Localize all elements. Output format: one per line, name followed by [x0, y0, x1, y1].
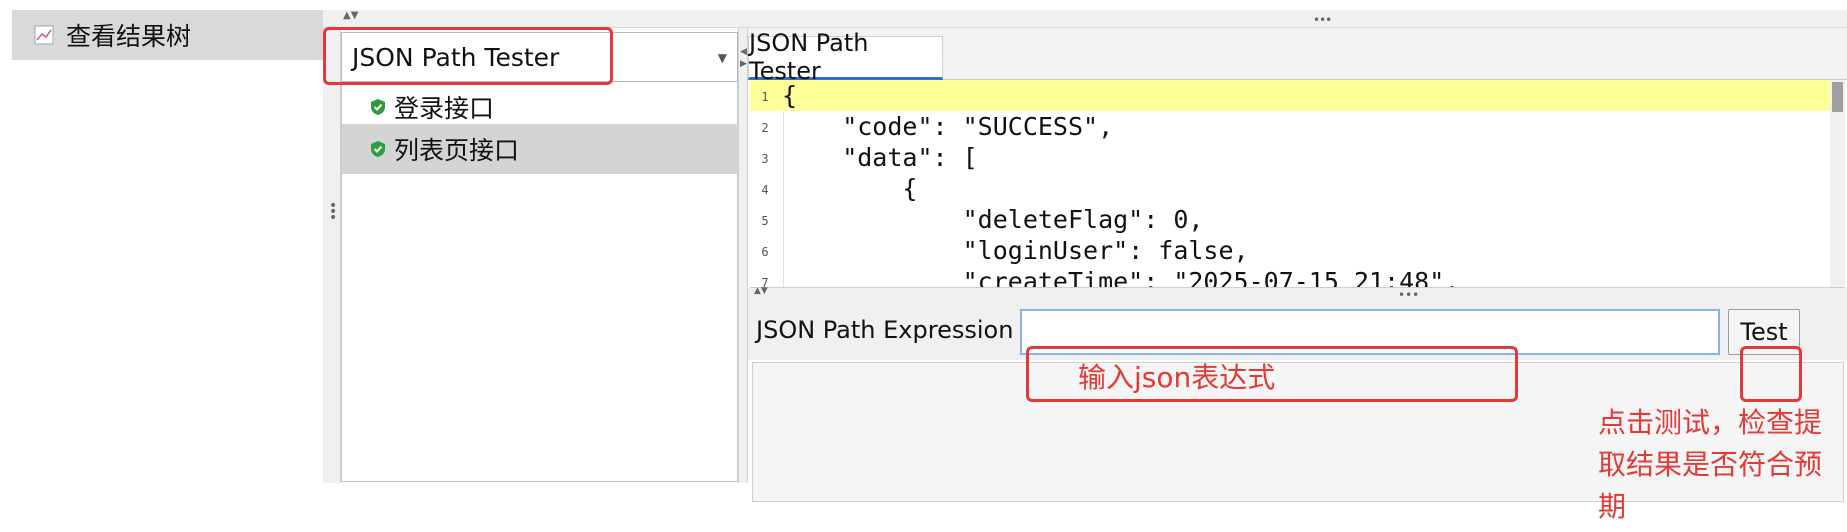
editor-scrollbar[interactable]	[1830, 80, 1845, 287]
sampler-item-list-page[interactable]: 列表页接口	[342, 124, 738, 174]
expression-label: JSON Path Expression	[756, 316, 1014, 344]
code-text: "createTime": "2025-07-15 21:48",	[782, 267, 1460, 288]
success-shield-icon	[371, 99, 385, 115]
panel-top-divider[interactable]: ▲▼ •••	[323, 10, 1847, 28]
resize-grip-icon[interactable]: •••	[1398, 288, 1419, 302]
code-text: "loginUser": false,	[782, 236, 1249, 265]
test-button-label: Test	[1740, 318, 1788, 346]
response-json-editor[interactable]: 1 { 2 "code": "SUCCESS", 3 "data": [ 4 {…	[750, 80, 1845, 288]
code-text: {	[782, 81, 798, 110]
code-line: 6 "loginUser": false,	[750, 235, 1830, 266]
chevron-down-icon[interactable]: ▼	[718, 51, 727, 65]
resize-grip-icon[interactable]: •••	[1313, 13, 1332, 27]
success-shield-icon	[371, 141, 385, 157]
code-text: "deleteFlag": 0,	[782, 205, 1204, 234]
tab-json-path-tester[interactable]: JSON Path Tester	[748, 29, 943, 85]
code-line: 5 "deleteFlag": 0,	[750, 204, 1830, 235]
annotation-test-hint: 点击测试，检查提取结果是否符合预期	[1598, 406, 1823, 523]
tree-item-view-results-tree[interactable]: 查看结果树	[12, 10, 330, 60]
editor-splitter[interactable]: ▲▼ •••	[748, 286, 1847, 302]
test-button[interactable]: Test	[1728, 309, 1800, 355]
splitter-arrows-icon[interactable]: ▲▼	[754, 286, 768, 296]
test-plan-tree: 查看结果树	[0, 0, 330, 532]
code-text: "code": "SUCCESS",	[782, 112, 1114, 141]
line-number: 3	[761, 152, 769, 166]
code-line: 2 "code": "SUCCESS",	[750, 111, 1830, 142]
sampler-result-list: 登录接口 列表页接口	[341, 82, 738, 482]
code-line: 1 {	[750, 80, 1830, 111]
tab-label: JSON Path Tester	[749, 29, 869, 85]
code-line: 4 {	[750, 173, 1830, 204]
expression-row: JSON Path Expression Test	[748, 302, 1847, 360]
chart-icon	[34, 25, 54, 45]
line-number: 2	[761, 121, 769, 135]
renderer-selected-value: JSON Path Tester	[352, 42, 560, 72]
code-line: 3 "data": [	[750, 142, 1830, 173]
annotation-input-hint: 输入json表达式	[1078, 361, 1276, 394]
tree-item-label: 查看结果树	[66, 22, 192, 51]
vertical-grip-icon[interactable]: • • •	[329, 199, 337, 225]
code-text: {	[782, 174, 918, 203]
collapse-arrows-icon[interactable]: ▲▼	[343, 10, 358, 21]
line-number: 6	[761, 245, 769, 259]
scrollbar-thumb[interactable]	[1832, 82, 1843, 112]
splitter-arrows-icon[interactable]: ◀ ▶	[740, 46, 747, 70]
line-number: 1	[761, 90, 769, 104]
line-number: 4	[761, 183, 769, 197]
left-gutter: • • •	[323, 28, 341, 483]
json-path-expression-input[interactable]	[1020, 309, 1720, 355]
tab-strip: JSON Path Tester	[748, 28, 1847, 85]
code-line: 7 "createTime": "2025-07-15 21:48",	[750, 266, 1830, 288]
sampler-label: 登录接口	[394, 94, 495, 123]
line-number: 5	[761, 214, 769, 228]
renderer-dropdown[interactable]: JSON Path Tester ▼	[341, 32, 738, 82]
pane-splitter[interactable]: ◀ ▶	[738, 28, 748, 483]
sampler-label: 列表页接口	[394, 136, 520, 165]
code-text: "data": [	[782, 143, 978, 172]
